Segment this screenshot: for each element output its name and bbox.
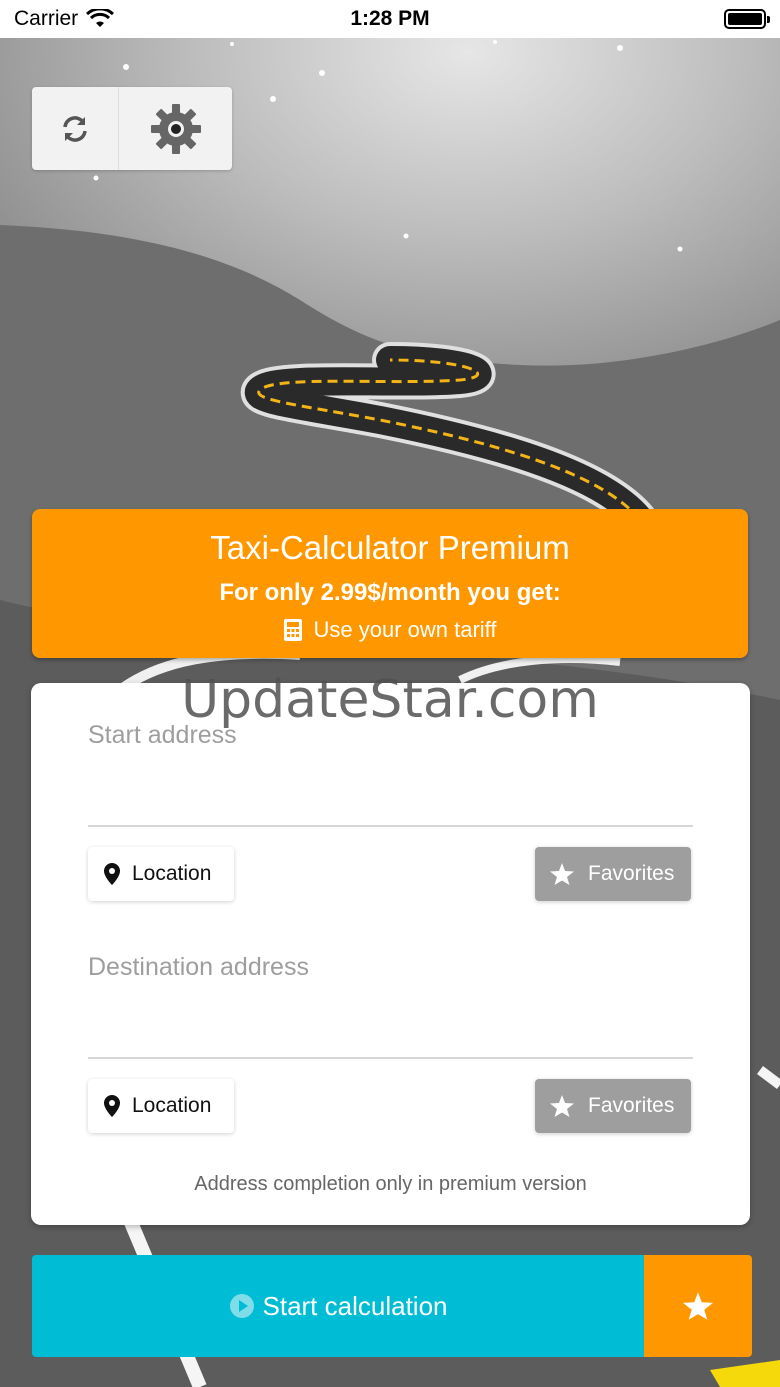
map-pin-icon: [104, 863, 120, 885]
destination-favorites-button[interactable]: Favorites: [535, 1079, 691, 1133]
premium-feature: Use your own tariff: [32, 617, 748, 643]
favorites-label: Favorites: [588, 1094, 675, 1117]
premium-note: Address completion only in premium versi…: [194, 1173, 587, 1195]
calculator-icon: [284, 619, 303, 641]
star-icon: [550, 863, 574, 885]
location-label: Location: [132, 862, 212, 885]
carrier-label: Carrier: [14, 7, 79, 30]
location-label: Location: [132, 1094, 212, 1117]
refresh-button[interactable]: [32, 87, 119, 170]
premium-title: Taxi-Calculator Premium: [210, 529, 570, 566]
favorites-label: Favorites: [588, 862, 675, 885]
start-favorites-button[interactable]: Favorites: [535, 847, 691, 901]
destination-address-input[interactable]: [88, 959, 693, 1059]
start-address-input[interactable]: [88, 727, 693, 827]
address-card: Start address Location Favorites Destina…: [31, 683, 750, 1225]
battery-icon: [724, 9, 770, 29]
map-pin-icon: [104, 1095, 120, 1117]
status-bar: Carrier 1:28 PM: [0, 0, 780, 38]
play-icon: [229, 1294, 254, 1318]
settings-button[interactable]: [119, 87, 232, 170]
star-icon: [550, 1095, 574, 1117]
destination-location-button[interactable]: Location: [88, 1079, 234, 1133]
premium-feature-text: Use your own tariff: [313, 617, 497, 642]
top-toolbar: [32, 87, 232, 170]
premium-banner[interactable]: Taxi-Calculator Premium For only 2.99$/m…: [32, 509, 748, 658]
gear-icon: [150, 103, 201, 154]
start-calculation-button[interactable]: Start calculation: [32, 1255, 644, 1357]
star-icon: [683, 1292, 713, 1320]
wifi-icon: [86, 9, 115, 27]
status-left: Carrier: [14, 7, 115, 31]
refresh-icon: [63, 115, 87, 142]
battery-fill: [728, 13, 762, 25]
premium-subtitle: For only 2.99$/month you get:: [219, 579, 561, 606]
favorite-route-button[interactable]: [644, 1255, 752, 1357]
start-location-button[interactable]: Location: [88, 847, 234, 901]
status-time: 1:28 PM: [350, 7, 430, 30]
start-calculation-label: Start calculation: [262, 1290, 448, 1321]
